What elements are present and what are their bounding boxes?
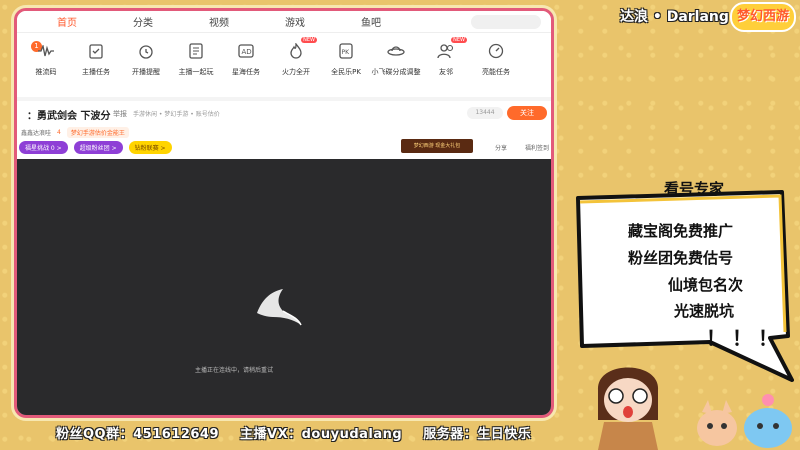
feature-starsea-task[interactable]: AD 星海任务 [221,41,271,77]
document-icon [186,41,206,61]
nav-category[interactable]: 分类 [133,14,153,29]
waveform-icon [36,41,56,61]
nav-game[interactable]: 游戏 [285,14,305,29]
feature-icon-bar: 推流码 主播任务 开播提醒 主播一起玩 AD 星海任务 NEW 火力全开 PK … [17,37,551,91]
nav-fishbar[interactable]: 鱼吧 [361,14,381,29]
room-header: ：勇武剑会 下波分 举报 手游休闲 • 梦幻手游 • 账号估价 13444 关注… [17,101,551,159]
svg-text:PK: PK [342,49,351,56]
feature-full-fire[interactable]: NEW 火力全开 [271,37,321,77]
search-input[interactable] [471,15,541,29]
feature-label: 开播提醒 [132,68,160,76]
feature-play-together[interactable]: 主播一起玩 [171,41,221,77]
streamer-tag[interactable]: 梦幻手游估价金能王 [66,127,129,138]
new-badge: NEW [451,37,467,43]
feature-friends[interactable]: NEW 友邻 [421,37,471,77]
exclamation-marks: ！！！ [706,326,784,350]
feature-label: 星海任务 [232,68,260,76]
clipboard-icon [86,41,106,61]
feature-energy-task[interactable]: 亮能任务 [471,41,521,77]
bubble-title: 看号专家 [664,180,725,198]
browser-window: 首页 分类 视频 游戏 鱼吧 1 推流码 主播任务 开播提醒 主播一起玩 AD … [14,8,554,418]
footer-info: 粉丝QQ群：451612649 主播VX：douyudalang 服务器：生日快… [56,423,547,442]
new-badge: NEW [301,37,317,43]
svg-text:AD: AD [242,48,252,56]
video-player[interactable]: 主播正在连线中，请稍后重试 [17,159,551,415]
report-link[interactable]: 举报 [113,109,127,119]
activity-pills: 福星挑战 0 > 超级粉丝团 > 钻粉联赛 > [19,141,172,154]
fan-qq-group: 粉丝QQ群：451612649 [56,427,220,442]
feature-live-reminder[interactable]: 开播提醒 [121,41,171,77]
feature-push-code[interactable]: 推流码 [21,41,71,77]
fans-count: 13444 [467,107,503,119]
bubble-line: 光速脱坑 [674,302,735,320]
room-title: ：勇武剑会 下波分 [27,111,111,122]
pk-icon: PK [336,41,356,61]
nav-home[interactable]: 首页 [57,14,77,29]
fire-icon [286,41,306,61]
game-logo: 梦幻西游 [730,2,796,32]
share-button[interactable]: 分享 [495,143,507,152]
ufo-icon [386,41,406,61]
alarm-icon [136,41,156,61]
streamer-info-row: 鑫鑫达浪哇 4 梦幻手游估价金能王 [21,127,129,138]
feature-label: 主播一起玩 [178,68,214,76]
bubble-line: 藏宝阁免费推广 [628,222,734,240]
super-fans-pill[interactable]: 超级粉丝团 > [73,141,123,154]
streamer-title: 达浪 • Darlang [620,9,729,25]
heat-value: 4 [57,129,61,136]
feature-ufo-share[interactable]: 小飞碟分成调整 [371,41,421,77]
loading-fin-icon [257,289,302,326]
feature-label: 友邻 [439,68,453,76]
ad-icon: AD [236,41,256,61]
promo-banner[interactable]: 梦幻西游 现金大礼包 [401,139,473,153]
feature-pk[interactable]: PK 全民乐PK [321,41,371,77]
feature-label: 亮能任务 [482,68,510,76]
feature-label: 主播任务 [82,68,110,76]
feature-label: 火力全开 [282,68,310,76]
streamer-name[interactable]: 鑫鑫达浪哇 [21,128,51,137]
gauge-icon [486,41,506,61]
nav-video[interactable]: 视频 [209,14,229,29]
bubble-line: 粉丝团免费估号 [628,249,734,267]
feature-label: 全民乐PK [331,68,361,76]
streamer-wechat: 主播VX：douyudalang [240,427,403,442]
top-navigation: 首页 分类 视频 游戏 鱼吧 [17,11,551,33]
welfare-signin-button[interactable]: 福利签到 [525,143,549,152]
feature-label: 小飞碟分成调整 [371,68,421,76]
lucky-star-pill[interactable]: 福星挑战 0 > [19,141,68,154]
feature-label: 推流码 [35,68,57,76]
diamond-league-pill[interactable]: 钻粉联赛 > [128,141,172,154]
streamer-avatar [597,367,659,450]
room-categories[interactable]: 手游休闲 • 梦幻手游 • 账号估价 [133,109,220,118]
server-name: 服务器：生日快乐 [423,427,532,442]
mascot-pink-icon [697,400,737,446]
mascot-blue-icon [744,394,792,448]
bubble-line: 仙境包名次 [668,276,744,294]
follow-button[interactable]: 关注 [507,106,547,120]
feature-streamer-task[interactable]: 主播任务 [71,41,121,77]
people-icon [436,41,456,61]
player-status-message: 主播正在连线中，请稍后重试 [195,367,274,374]
